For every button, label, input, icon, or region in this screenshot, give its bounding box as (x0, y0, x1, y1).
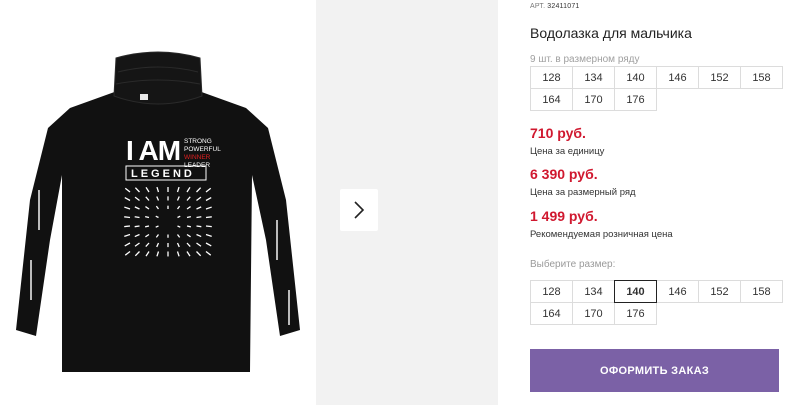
size-row-cell: 140 (614, 66, 657, 89)
size-row-cell: 134 (572, 66, 615, 89)
next-image-button[interactable] (340, 189, 378, 231)
print-word-2: POWERFUL (184, 146, 221, 153)
chevron-right-icon (354, 201, 365, 219)
sku-value: 32411071 (547, 3, 580, 10)
size-option-selected[interactable]: 140 (614, 280, 657, 303)
print-pattern-mark (205, 216, 212, 219)
sku-label: АРТ. (530, 3, 546, 10)
print-pattern-mark (205, 225, 212, 228)
size-option[interactable]: 134 (572, 280, 615, 303)
size-row-cell: 128 (530, 66, 573, 89)
print-pattern-mark (186, 215, 191, 219)
print-pattern-mark (145, 215, 150, 219)
size-row-cell: 146 (656, 66, 699, 89)
size-option[interactable]: 164 (530, 302, 573, 325)
print-pattern-mark (145, 225, 150, 228)
size-option[interactable]: 176 (614, 302, 657, 325)
print-pattern-mark (196, 216, 202, 219)
print-pattern-mark (134, 216, 140, 219)
product-title: Водолазка для мальчика (530, 25, 692, 41)
size-row-cell: 152 (698, 66, 741, 89)
print-sub-text: LEGEND (131, 168, 195, 180)
size-row-cell: 176 (614, 88, 657, 111)
unit-price: 710 руб. (530, 125, 586, 141)
size-row-cell: 164 (530, 88, 573, 111)
checkout-button[interactable]: ОФОРМИТЬ ЗАКАЗ (530, 349, 779, 392)
size-row-grid: 128 134 140 146 152 158 164 170 176 (530, 66, 783, 111)
size-option[interactable]: 152 (698, 280, 741, 303)
retail-price-note: Рекомендуемая розничная цена (530, 229, 673, 240)
choose-size-label: Выберите размер: (530, 259, 616, 270)
retail-price: 1 499 руб. (530, 208, 598, 224)
print-word-3: WINNER (184, 154, 211, 161)
size-row-price: 6 390 руб. (530, 166, 598, 182)
print-main-text: I AM (126, 135, 180, 166)
product-image[interactable]: I AM STRONG POWERFUL WINNER LEADER LEGEN… (0, 0, 316, 405)
turtleneck-illustration: I AM STRONG POWERFUL WINNER LEADER LEGEN… (16, 51, 300, 372)
size-option[interactable]: 128 (530, 280, 573, 303)
size-row-cell: 158 (740, 66, 783, 89)
product-page: I AM STRONG POWERFUL WINNER LEADER LEGEN… (0, 0, 800, 405)
sku: АРТ. 32411071 (530, 3, 580, 10)
print-pattern-mark (186, 225, 191, 228)
size-selector: 128 134 140 146 152 158 164 170 176 (530, 280, 783, 325)
unit-price-note: Цена за единицу (530, 146, 605, 157)
size-row-price-note: Цена за размерный ряд (530, 187, 636, 198)
print-word-1: STRONG (184, 138, 212, 145)
size-row-note: 9 шт. в размерном ряду (530, 54, 640, 65)
print-pattern-mark (134, 225, 140, 228)
print-pattern-mark (124, 216, 131, 219)
size-option[interactable]: 146 (656, 280, 699, 303)
size-option[interactable]: 158 (740, 280, 783, 303)
print-pattern-mark (196, 225, 202, 228)
size-option[interactable]: 170 (572, 302, 615, 325)
size-row-cell: 170 (572, 88, 615, 111)
print-pattern-mark (124, 225, 131, 228)
